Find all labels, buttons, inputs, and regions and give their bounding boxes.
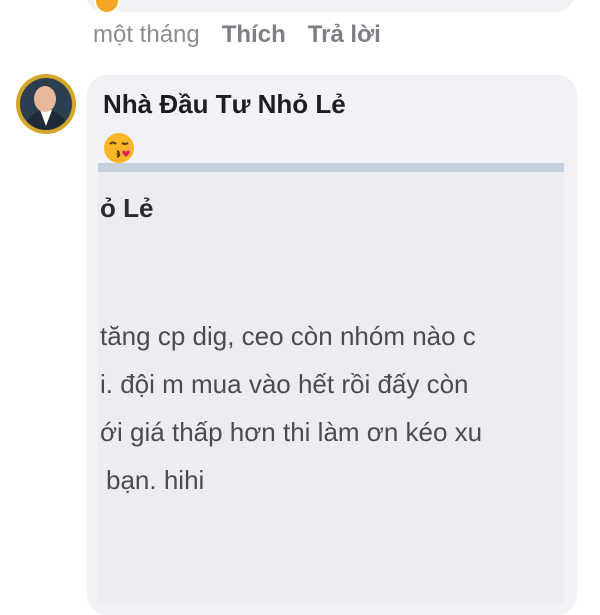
screenshot-text-line: bạn. hihi [106, 465, 205, 495]
like-button[interactable]: Thích [222, 21, 286, 49]
avatar-photo [20, 78, 72, 130]
screenshot-top-bar [98, 163, 564, 172]
kissing-face-emoji-icon [104, 133, 134, 163]
attached-screenshot[interactable]: ỏ Lẻ tăng cp dig, ceo còn nhóm nào c i. … [98, 163, 564, 603]
avatar-face [34, 86, 56, 112]
previous-comment-bubble [86, 0, 574, 12]
screenshot-name-fragment: ỏ Lẻ [100, 193, 154, 223]
avatar[interactable] [16, 74, 76, 134]
screenshot-text-line: i. đội m mua vào hết rồi đấy còn [100, 369, 469, 399]
screenshot-text-line: ới giá thấp hơn thi làm ơn kéo xu [100, 417, 483, 447]
comment-timestamp: một tháng [93, 21, 200, 48]
comment-author-name[interactable]: Nhà Đầu Tư Nhỏ Lẻ [103, 89, 346, 120]
reply-button[interactable]: Trả lời [308, 21, 381, 49]
comment-actions: một tháng Thích Trả lời [93, 21, 381, 49]
screenshot-text-line: tăng cp dig, ceo còn nhóm nào c [100, 321, 476, 351]
